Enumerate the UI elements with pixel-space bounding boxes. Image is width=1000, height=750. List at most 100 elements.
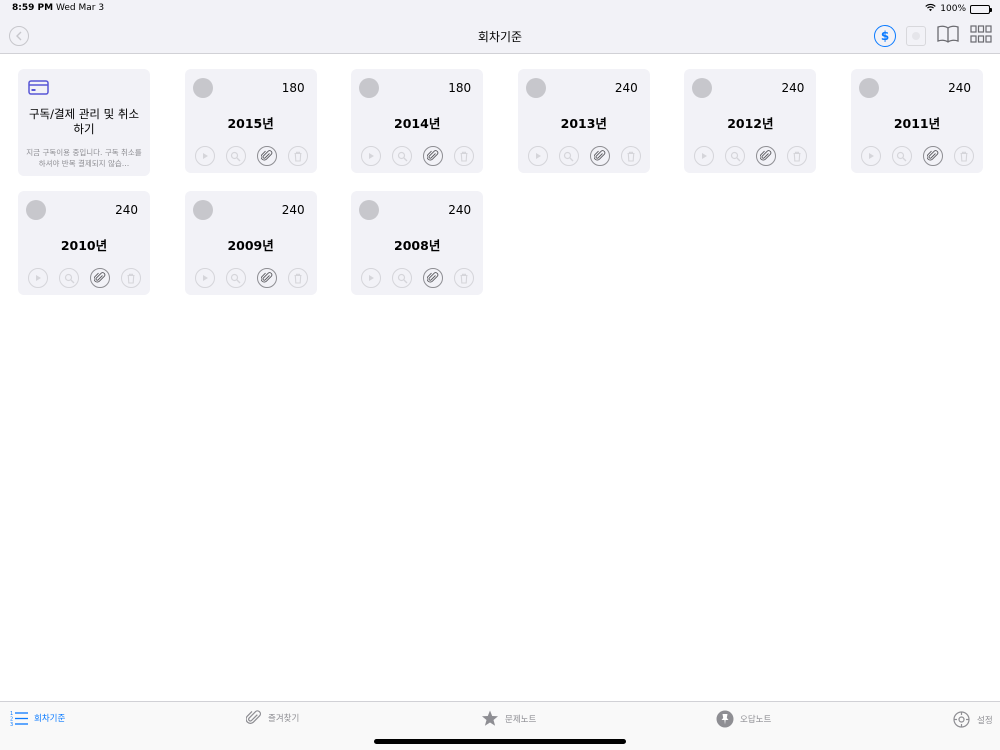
play-icon (868, 153, 874, 159)
tab-problem-notes[interactable]: 문제노트 (481, 710, 536, 727)
delete-button[interactable] (953, 146, 974, 166)
status-circle[interactable] (858, 78, 879, 98)
search-button[interactable] (891, 146, 912, 166)
grid-icon[interactable] (970, 24, 992, 48)
subscription-button[interactable]: $ (874, 25, 896, 47)
tab-rounds[interactable]: 123 회차기준 (10, 710, 65, 726)
year-card[interactable]: 240 2010년 (18, 191, 150, 295)
delete-button[interactable] (454, 268, 475, 288)
favorite-button[interactable] (256, 146, 277, 166)
status-circle[interactable] (359, 200, 380, 220)
favorite-button[interactable] (90, 268, 110, 288)
year-card[interactable]: 180 2015년 (184, 69, 317, 173)
favorite-button[interactable] (922, 146, 943, 166)
delete-button[interactable] (287, 146, 308, 166)
year-card[interactable]: 180 2014년 (351, 69, 484, 173)
home-indicator[interactable] (374, 739, 626, 744)
paperclip-icon (260, 150, 272, 161)
play-icon (702, 153, 708, 159)
status-circle[interactable] (26, 200, 46, 220)
favorite-button[interactable] (589, 146, 610, 166)
status-bar: 8:59 PM Wed Mar 3 100% (0, 0, 1000, 18)
tab-wrong-answers[interactable]: 오답노트 (716, 710, 771, 728)
card-actions (694, 146, 808, 166)
trash-icon (294, 151, 302, 162)
year-card[interactable]: 240 2009년 (184, 191, 317, 295)
year-card[interactable]: 240 2013년 (517, 69, 650, 173)
trash-icon (793, 151, 801, 162)
trash-icon (460, 151, 468, 162)
status-circle[interactable] (359, 78, 380, 98)
tab-label: 문제노트 (505, 714, 537, 725)
play-icon (202, 153, 208, 159)
search-button[interactable] (59, 268, 79, 288)
play-button[interactable] (694, 146, 715, 166)
card-actions (361, 268, 475, 288)
search-button[interactable] (225, 268, 246, 288)
year-label: 2010년 (60, 238, 108, 253)
status-time: 8:59 PM (12, 3, 54, 13)
tab-settings[interactable]: 설정 (952, 710, 993, 729)
navigation-bar: 회차기준 $ (0, 18, 1000, 54)
record-button[interactable] (906, 26, 926, 46)
play-button[interactable] (194, 268, 215, 288)
play-button[interactable] (527, 146, 548, 166)
year-card[interactable]: 240 2008년 (351, 191, 484, 295)
favorite-button[interactable] (756, 146, 777, 166)
play-button[interactable] (361, 268, 382, 288)
search-button[interactable] (392, 146, 413, 166)
question-count: 240 (115, 203, 138, 217)
play-button[interactable] (860, 146, 881, 166)
gear-icon (953, 711, 970, 728)
round-grid: 구독/결제 관리 및 취소하기 지금 구독이용 중입니다. 구독 취소를 하셔야… (18, 69, 983, 295)
paperclip-icon (260, 272, 272, 283)
record-icon (912, 32, 920, 40)
search-icon (730, 151, 741, 161)
year-label: 2012년 (727, 116, 774, 131)
favorite-button[interactable] (423, 268, 444, 288)
year-label: 2009년 (227, 238, 274, 253)
svg-text:3: 3 (10, 722, 13, 726)
list-numbered-icon: 123 (10, 711, 28, 726)
subscription-card[interactable]: 구독/결제 관리 및 취소하기 지금 구독이용 중입니다. 구독 취소를 하셔야… (18, 69, 150, 176)
favorite-button[interactable] (423, 146, 444, 166)
trash-icon (294, 273, 302, 284)
delete-button[interactable] (454, 146, 475, 166)
star-icon (482, 710, 498, 726)
search-button[interactable] (725, 146, 746, 166)
search-icon (564, 151, 574, 161)
card-actions (194, 146, 308, 166)
trash-icon (127, 273, 135, 284)
delete-button[interactable] (121, 268, 141, 288)
year-card[interactable]: 240 2011년 (850, 69, 983, 173)
year-label: 2011년 (893, 116, 941, 131)
play-button[interactable] (361, 146, 382, 166)
favorite-button[interactable] (256, 268, 277, 288)
book-icon[interactable] (936, 24, 960, 48)
status-circle[interactable] (192, 200, 213, 220)
status-circle[interactable] (525, 78, 546, 98)
search-icon (64, 273, 74, 283)
year-card[interactable]: 240 2012년 (684, 69, 817, 173)
search-icon (397, 273, 408, 283)
play-icon (369, 275, 375, 281)
play-button[interactable] (28, 268, 48, 288)
tab-favorites[interactable]: 즐겨찾기 (246, 710, 299, 726)
search-button[interactable] (225, 146, 246, 166)
delete-button[interactable] (787, 146, 808, 166)
play-icon (202, 275, 208, 281)
status-circle[interactable] (692, 78, 713, 98)
status-circle[interactable] (192, 78, 213, 98)
search-button[interactable] (558, 146, 579, 166)
play-button[interactable] (194, 146, 215, 166)
search-icon (230, 273, 241, 283)
delete-button[interactable] (287, 268, 308, 288)
card-actions (860, 146, 974, 166)
delete-button[interactable] (620, 146, 641, 166)
year-label: 2014년 (394, 116, 441, 131)
search-button[interactable] (392, 268, 413, 288)
question-count: 180 (448, 81, 472, 95)
question-count: 240 (614, 81, 638, 95)
subscription-title: 구독/결제 관리 및 취소하기 (28, 107, 140, 136)
paperclip-icon (94, 272, 106, 283)
